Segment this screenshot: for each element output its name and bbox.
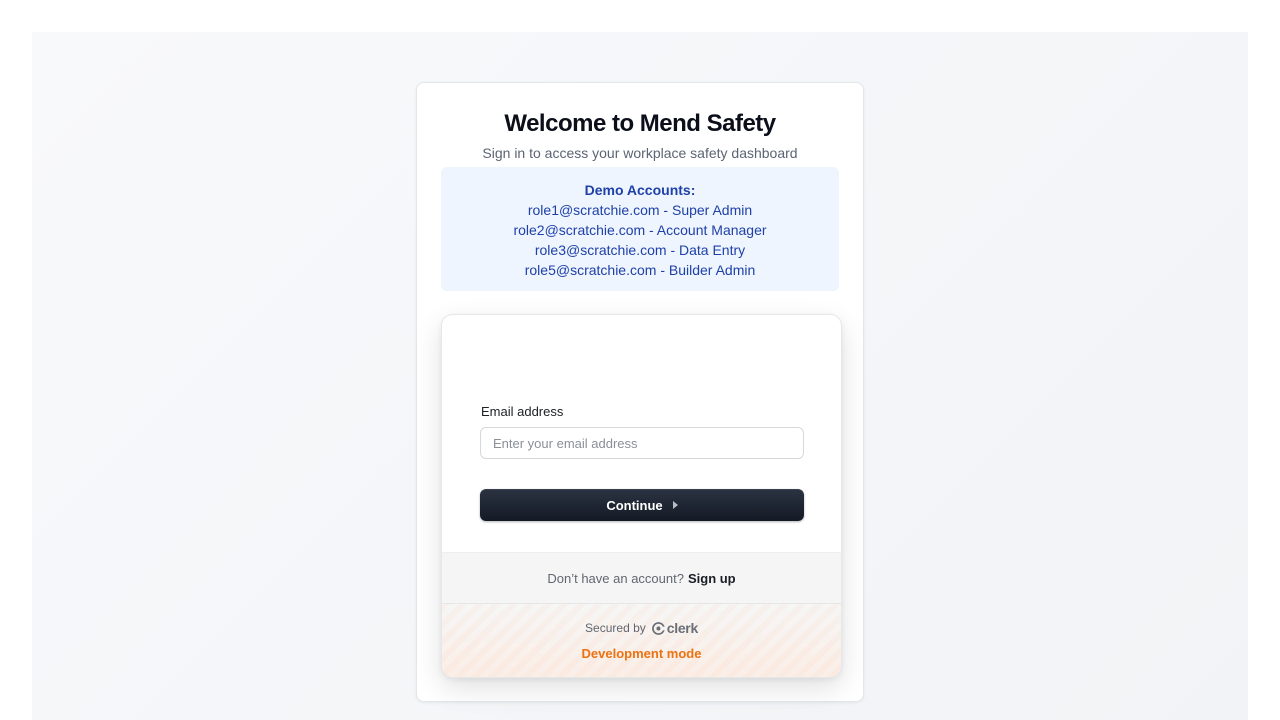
clerk-brand-text: clerk [666,620,699,636]
secured-by-text: Secured by [585,621,646,635]
development-mode-badge: Development mode [581,646,702,661]
clerk-logo-icon [651,621,665,635]
page-subtitle: Sign in to access your workplace safety … [482,145,798,161]
sign-in-form: Email address Continue [442,315,841,552]
login-card: Welcome to Mend Safety Sign in to access… [416,82,864,702]
email-label: Email address [481,404,564,419]
play-triangle-icon [672,501,678,509]
demo-account-item: role2@scratchie.com - Account Manager [513,222,767,238]
demo-account-item: role3@scratchie.com - Data Entry [534,242,746,258]
continue-button-label: Continue [606,497,663,513]
email-field[interactable] [480,427,804,459]
no-account-text: Don’t have an account? [547,570,684,586]
secured-by-row: Secured by clerk [442,620,841,636]
demo-accounts-box: Demo Accounts: role1@scratchie.com - Sup… [441,167,839,291]
sign-up-link[interactable]: Sign up [688,571,736,586]
demo-account-item: role1@scratchie.com - Super Admin [527,202,753,218]
sign-in-widget: Email address Continue Don’t have an acc… [441,314,842,678]
continue-button[interactable]: Continue [480,489,804,521]
page-title: Welcome to Mend Safety [504,110,776,137]
secured-footer: Secured by clerk Development mode [442,603,841,677]
demo-accounts-heading: Demo Accounts: [584,182,696,198]
demo-account-item: role5@scratchie.com - Builder Admin [524,262,756,278]
clerk-logo[interactable]: clerk [651,620,699,636]
sign-up-prompt: Don’t have an account? Sign up [442,552,841,603]
